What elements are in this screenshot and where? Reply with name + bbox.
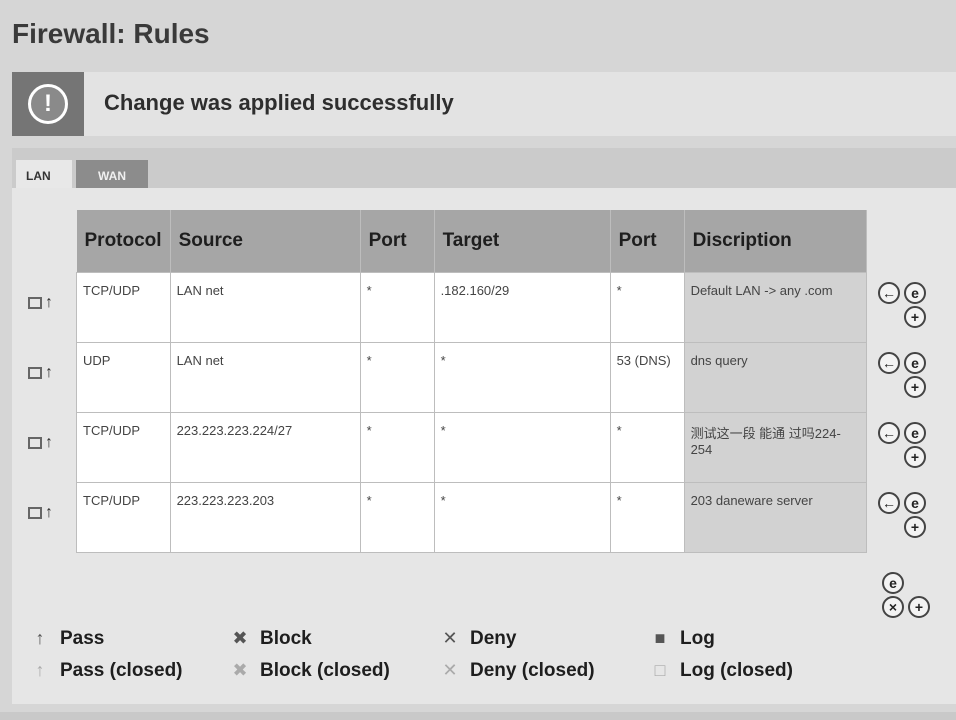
cell-source: LAN net <box>169 341 361 413</box>
cell-target: .182.160/29 <box>433 271 611 343</box>
rules-table: Protocol Source Port Target Port Discrip… <box>76 210 867 553</box>
pass-icon: ↑ <box>35 628 45 648</box>
legend-row: ↑ Pass ✖ Block ✕ Deny ■ Log <box>30 628 950 658</box>
log-checkbox[interactable] <box>28 436 42 449</box>
block-icon: ✖ <box>232 628 248 648</box>
edit-icon[interactable]: e <box>904 492 926 514</box>
cell-target-port: * <box>609 271 685 343</box>
header-source-port: Port <box>360 210 435 272</box>
exclamation-icon: ! <box>28 84 68 124</box>
add-icon[interactable]: + <box>904 306 926 328</box>
row-actions: ↑ <box>28 434 76 452</box>
cell-source-port: * <box>359 341 435 413</box>
move-left-icon[interactable]: ← <box>878 352 900 374</box>
move-left-icon[interactable]: ← <box>878 282 900 304</box>
header-description: Discription <box>684 210 867 272</box>
table-row[interactable]: UDP LAN net * * 53 (DNS) dns query <box>76 341 867 413</box>
edit-icon[interactable]: e <box>904 352 926 374</box>
log-checkbox[interactable] <box>28 506 42 519</box>
log-checkbox[interactable] <box>28 366 42 379</box>
cell-target-port: * <box>609 481 685 553</box>
add-icon[interactable]: + <box>908 596 930 618</box>
cell-source-port: * <box>359 271 435 343</box>
pass-icon: ↑ <box>45 294 53 311</box>
cell-source-port: * <box>359 411 435 483</box>
cell-source-port: * <box>359 481 435 553</box>
edit-icon[interactable]: e <box>904 282 926 304</box>
cell-target: * <box>433 341 611 413</box>
row-actions: ↑ <box>28 364 76 382</box>
cell-description: Default LAN -> any .com <box>683 271 867 343</box>
header-target-port: Port <box>610 210 685 272</box>
cell-target-port: 53 (DNS) <box>609 341 685 413</box>
row-actions: ↑ <box>28 294 76 312</box>
cell-description: dns query <box>683 341 867 413</box>
log-closed-icon: □ <box>654 660 666 680</box>
page-frame: Firewall: Rules ! Change was applied suc… <box>0 0 956 712</box>
block-closed-icon: ✖ <box>232 660 248 680</box>
cell-protocol: TCP/UDP <box>76 481 171 553</box>
table-row[interactable]: TCP/UDP 223.223.223.224/27 * * * 测试这一段 能… <box>76 411 867 483</box>
cell-description: 测试这一段 能通 过吗224-254 <box>683 411 867 483</box>
add-icon[interactable]: + <box>904 376 926 398</box>
header-source: Source <box>170 210 361 272</box>
log-checkbox[interactable] <box>28 296 42 309</box>
deny-icon: ✕ <box>442 628 458 648</box>
cell-protocol: UDP <box>76 341 171 413</box>
log-icon: ■ <box>654 628 666 648</box>
edit-icon[interactable]: e <box>904 422 926 444</box>
add-icon[interactable]: + <box>904 516 926 538</box>
cell-protocol: TCP/UDP <box>76 271 171 343</box>
table-header-row: Protocol Source Port Target Port Discrip… <box>76 210 867 272</box>
move-left-icon[interactable]: ← <box>878 422 900 444</box>
move-left-icon[interactable]: ← <box>878 492 900 514</box>
table-row[interactable]: TCP/UDP LAN net * .182.160/29 * Default … <box>76 271 867 343</box>
pass-icon: ↑ <box>45 504 53 521</box>
cell-description: 203 daneware server <box>683 481 867 553</box>
pass-icon: ↑ <box>45 434 53 451</box>
page-title: Firewall: Rules <box>12 18 210 49</box>
cell-source: 223.223.223.224/27 <box>169 411 361 483</box>
row-button-cluster: ← e + <box>878 352 938 418</box>
rules-content: Protocol Source Port Target Port Discrip… <box>12 188 956 704</box>
row-button-cluster: ← e + <box>878 422 938 488</box>
legend-row-closed: ↑ Pass (closed) ✖ Block (closed) ✕ Deny … <box>30 660 950 690</box>
edit-icon[interactable]: e <box>882 572 904 594</box>
row-button-cluster: ← e + <box>878 492 938 558</box>
row-actions: ↑ <box>28 504 76 522</box>
cell-source: LAN net <box>169 271 361 343</box>
deny-closed-icon: ✕ <box>442 660 458 680</box>
pass-icon: ↑ <box>45 364 53 381</box>
table-row[interactable]: TCP/UDP 223.223.223.203 * * * 203 danewa… <box>76 481 867 553</box>
header-protocol: Protocol <box>76 210 171 272</box>
tab-bar: LAN WAN <box>12 154 956 192</box>
pass-closed-icon: ↑ <box>35 660 45 680</box>
row-button-cluster: ← e + <box>878 282 938 348</box>
banner-message: Change was applied successfully <box>104 90 454 115</box>
cell-target: * <box>433 411 611 483</box>
success-banner: ! Change was applied successfully <box>12 72 956 136</box>
cell-target-port: * <box>609 411 685 483</box>
banner-icon-box: ! <box>12 72 84 136</box>
cell-target: * <box>433 481 611 553</box>
header-target: Target <box>434 210 611 272</box>
delete-icon[interactable]: × <box>882 596 904 618</box>
cell-protocol: TCP/UDP <box>76 411 171 483</box>
cell-source: 223.223.223.203 <box>169 481 361 553</box>
rules-panel: LAN WAN Protocol Source Port Target Port… <box>12 148 956 704</box>
add-icon[interactable]: + <box>904 446 926 468</box>
